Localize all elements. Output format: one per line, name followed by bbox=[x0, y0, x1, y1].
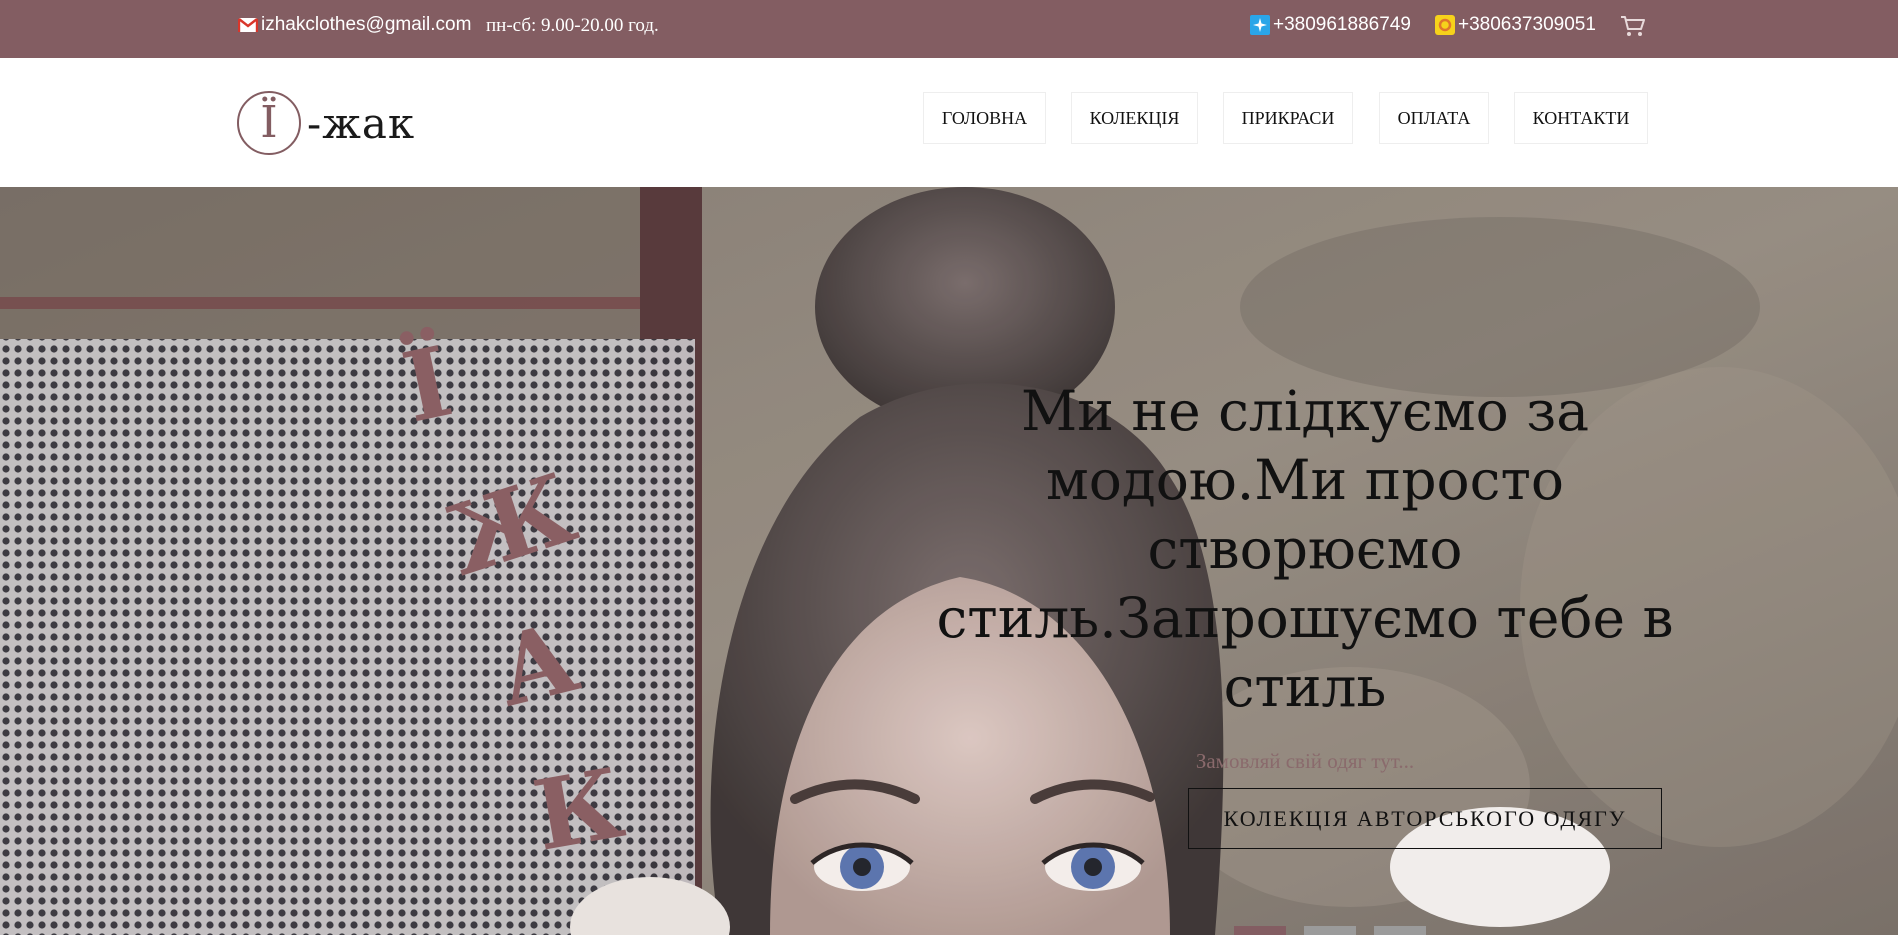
hero-slider: Ї Ж А К Ми не слідкуємо за модою.Ми прос… bbox=[0, 187, 1898, 935]
email-contact[interactable]: izhakclothes@gmail.com bbox=[238, 14, 471, 36]
phone-kyivstar[interactable]: +380961886749 bbox=[1250, 14, 1411, 36]
slider-dot-1[interactable] bbox=[1234, 926, 1286, 935]
collection-button[interactable]: КОЛЕКЦІЯ АВТОРСЬКОГО ОДЯГУ bbox=[1188, 788, 1662, 849]
kyivstar-icon bbox=[1250, 15, 1270, 35]
nav-item-contacts[interactable]: КОНТАКТИ bbox=[1514, 92, 1648, 144]
site-header: Ї -жак ГОЛОВНА КОЛЕКЦІЯ ПРИКРАСИ ОПЛАТА … bbox=[0, 58, 1898, 187]
hero-title: Ми не слідкуємо за модою.Ми просто створ… bbox=[936, 379, 1674, 719]
phone-lifecell[interactable]: +380637309051 bbox=[1435, 14, 1596, 36]
nav-item-home[interactable]: ГОЛОВНА bbox=[923, 92, 1046, 144]
main-nav: ГОЛОВНА КОЛЕКЦІЯ ПРИКРАСИ ОПЛАТА КОНТАКТ… bbox=[0, 92, 1898, 144]
mail-icon bbox=[238, 18, 258, 32]
phone-1-text: +380961886749 bbox=[1273, 14, 1411, 35]
vertical-letter-4: К bbox=[525, 746, 632, 873]
working-hours: пн-сб: 9.00-20.00 год. bbox=[486, 15, 659, 36]
cart-icon[interactable] bbox=[1620, 14, 1646, 38]
top-bar: izhakclothes@gmail.com пн-сб: 9.00-20.00… bbox=[0, 0, 1898, 58]
nav-item-collection[interactable]: КОЛЕКЦІЯ bbox=[1071, 92, 1198, 144]
slider-dot-2[interactable] bbox=[1304, 926, 1356, 935]
lifecell-icon bbox=[1435, 15, 1455, 35]
hero-subtitle: Замовляй свій одяг тут... bbox=[1195, 749, 1415, 773]
email-text: izhakclothes@gmail.com bbox=[261, 14, 472, 35]
phone-2-text: +380637309051 bbox=[1458, 14, 1596, 35]
nav-item-jewelry[interactable]: ПРИКРАСИ bbox=[1223, 92, 1353, 144]
slider-dots bbox=[1234, 926, 1426, 935]
slider-dot-3[interactable] bbox=[1374, 926, 1426, 935]
nav-item-payment[interactable]: ОПЛАТА bbox=[1379, 92, 1489, 144]
